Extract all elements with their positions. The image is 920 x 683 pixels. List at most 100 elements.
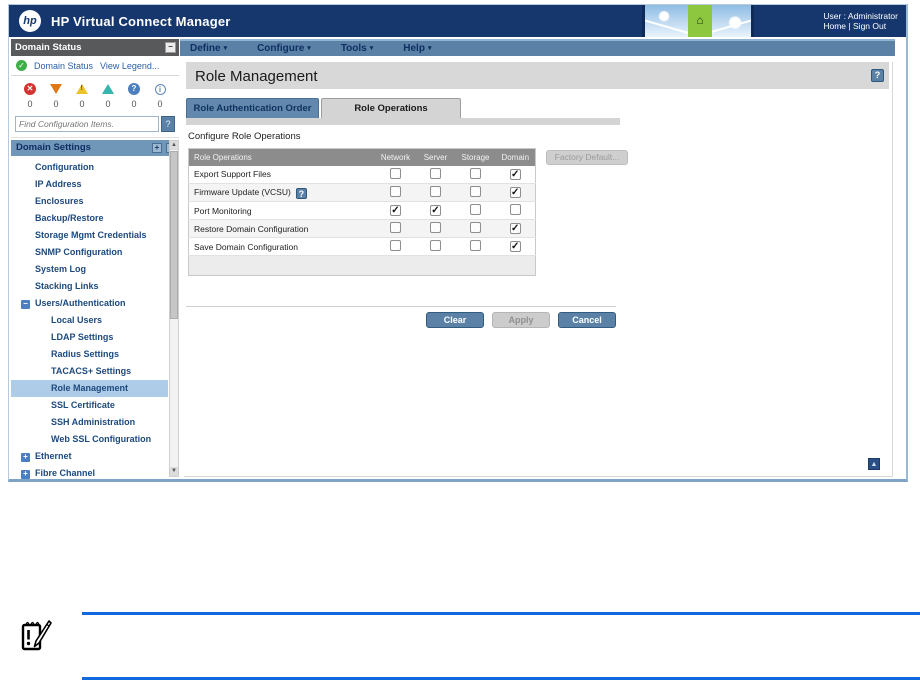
sidebar-item-label: TACACS+ Settings	[51, 366, 132, 376]
sidebar-item-ip-address[interactable]: IP Address	[11, 176, 168, 193]
tree-toggle-icon[interactable]: +	[21, 453, 30, 462]
scrollbar-thumb[interactable]	[170, 151, 178, 319]
view-legend-link[interactable]: View Legend...	[100, 61, 159, 71]
search-go-button[interactable]: ?	[161, 116, 175, 132]
settings-tree: Configuration IP Address Enclosures Backup/…	[11, 156, 168, 482]
checkbox-checked[interactable]: ✓	[509, 168, 521, 180]
sidebar-item-local-users[interactable]: Local Users	[11, 312, 168, 329]
scrollbar-down-icon[interactable]: ▼	[170, 467, 178, 476]
cancel-button[interactable]: Cancel	[558, 312, 616, 328]
checkbox-unchecked[interactable]	[470, 222, 481, 233]
sidebar-item-system-log[interactable]: System Log	[11, 261, 168, 278]
table-row: Export Support Files ✓	[188, 165, 536, 184]
checkbox-checked[interactable]: ✓	[390, 205, 401, 216]
sidebar-item-label: Ethernet	[35, 451, 72, 461]
table-row: Port Monitoring ✓ ✓	[188, 201, 536, 220]
checkbox-unchecked[interactable]	[509, 204, 521, 215]
clear-button[interactable]: Clear	[426, 312, 484, 328]
checkbox-unchecked[interactable]	[430, 240, 441, 251]
menu-define[interactable]: Define ▾	[190, 41, 227, 56]
search-input[interactable]	[15, 116, 159, 132]
note-icon	[18, 617, 54, 658]
sidebar-item-label: Role Management	[51, 383, 129, 393]
sign-out-link[interactable]: Sign Out	[853, 21, 886, 31]
checkbox-checked[interactable]: ✓	[509, 241, 521, 252]
sidebar-item-storage-mgmt-credentials[interactable]: Storage Mgmt Credentials	[11, 227, 168, 244]
checkbox-unchecked[interactable]	[470, 186, 481, 197]
sidebar-scrollbar[interactable]: ▲ ▼	[169, 140, 179, 477]
content-panel: Role Management ? Role Authentication Or…	[184, 62, 893, 477]
sidebar-item-users-authentication[interactable]: − Users/Authentication	[11, 295, 168, 312]
tab-role-authentication-order[interactable]: Role Authentication Order	[186, 98, 319, 118]
sidebar-item-radius-settings[interactable]: Radius Settings	[11, 346, 168, 363]
unknown-status-icon-count: 0	[131, 99, 137, 109]
expand-all-button[interactable]: +	[152, 143, 162, 153]
sidebar-item-label: LDAP Settings	[51, 332, 114, 342]
column-header-role-operations: Role Operations	[188, 148, 376, 166]
user-label: User : Administrator	[823, 11, 898, 21]
minimize-button[interactable]: −	[165, 42, 176, 53]
sidebar-item-enclosures[interactable]: Enclosures	[11, 193, 168, 210]
column-header-storage: Storage	[455, 148, 496, 166]
chevron-down-icon: ▾	[369, 45, 374, 52]
menu-help[interactable]: Help ▾	[403, 41, 431, 56]
checkbox-unchecked[interactable]	[390, 167, 401, 179]
sidebar-item-label: Web SSL Configuration	[51, 434, 152, 444]
column-header-server: Server	[415, 148, 456, 166]
sidebar-item-label: System Log	[35, 264, 87, 274]
scrollbar-up-icon[interactable]: ▲	[170, 141, 178, 150]
app-window: hp HP Virtual Connect Manager ⌂ User : A…	[8, 4, 908, 482]
checkbox-unchecked[interactable]	[470, 204, 481, 215]
checkbox-unchecked[interactable]	[470, 240, 481, 251]
domain-status-header: Domain Status −	[11, 39, 179, 56]
link-separator: |	[848, 21, 851, 31]
sidebar-item-stacking-links[interactable]: Stacking Links	[11, 278, 168, 295]
checkbox-unchecked[interactable]	[390, 222, 401, 233]
sidebar-item-ssl-certificate[interactable]: SSL Certificate	[11, 397, 168, 414]
status-count-row: 0 0 0 0 0 0	[11, 95, 179, 111]
app-title: HP Virtual Connect Manager	[51, 14, 231, 29]
chevron-down-icon: ▾	[223, 45, 228, 52]
sidebar-item-ethernet[interactable]: + Ethernet	[11, 448, 168, 465]
row-label: Firmware Update (VCSU)?	[188, 183, 376, 202]
menu-configure[interactable]: Configure ▾	[257, 41, 311, 56]
menu-tools[interactable]: Tools ▾	[341, 41, 373, 56]
checkbox-checked[interactable]: ✓	[430, 205, 441, 216]
row-help-button[interactable]: ?	[295, 187, 307, 199]
sidebar-item-label: IP Address	[35, 179, 82, 189]
checkbox-unchecked[interactable]	[390, 186, 401, 197]
tree-toggle-icon[interactable]: −	[21, 300, 30, 309]
column-header-domain: Domain	[495, 148, 536, 166]
major-status-icon-count: 0	[53, 99, 59, 109]
checkbox-checked[interactable]: ✓	[509, 187, 521, 198]
sidebar-item-configuration[interactable]: Configuration	[11, 159, 168, 176]
checkbox-checked[interactable]: ✓	[509, 223, 521, 234]
menu-bar: Define ▾ Configure ▾ Tools ▾ Help ▾	[180, 39, 895, 56]
scroll-to-top-button[interactable]: ▲	[868, 458, 880, 470]
sidebar-item-backup-restore[interactable]: Backup/Restore	[11, 210, 168, 227]
tab-role-operations[interactable]: Role Operations	[321, 98, 461, 118]
sidebar-item-fibre-channel[interactable]: + Fibre Channel	[11, 465, 168, 482]
sidebar-item-ssh-administration[interactable]: SSH Administration	[11, 414, 168, 431]
page-help-button[interactable]: ?	[871, 69, 884, 82]
checkbox-unchecked[interactable]	[430, 167, 441, 179]
checkbox-unchecked[interactable]	[470, 167, 481, 179]
home-link[interactable]: Home	[823, 21, 846, 31]
normal-status-icon	[102, 84, 114, 94]
chevron-down-icon: ▾	[307, 45, 311, 52]
checkbox-unchecked[interactable]	[430, 222, 441, 233]
tree-toggle-icon[interactable]: +	[21, 470, 30, 479]
sidebar-item-web-ssl-configuration[interactable]: Web SSL Configuration	[11, 431, 168, 448]
section-label: Configure Role Operations	[188, 131, 301, 142]
sidebar-item-role-management[interactable]: Role Management	[11, 380, 168, 397]
sidebar-item-label: Local Users	[51, 315, 103, 325]
separator-line	[186, 306, 616, 307]
checkbox-unchecked[interactable]	[390, 240, 401, 251]
domain-status-link[interactable]: Domain Status	[34, 61, 93, 71]
sidebar-item-snmp-configuration[interactable]: SNMP Configuration	[11, 244, 168, 261]
sidebar-item-ldap-settings[interactable]: LDAP Settings	[11, 329, 168, 346]
factory-default-button[interactable]: Factory Default...	[546, 150, 628, 165]
header-banner-image: ⌂	[642, 5, 754, 37]
sidebar-item-tacacs-settings[interactable]: TACACS+ Settings	[11, 363, 168, 380]
checkbox-unchecked[interactable]	[430, 186, 441, 197]
